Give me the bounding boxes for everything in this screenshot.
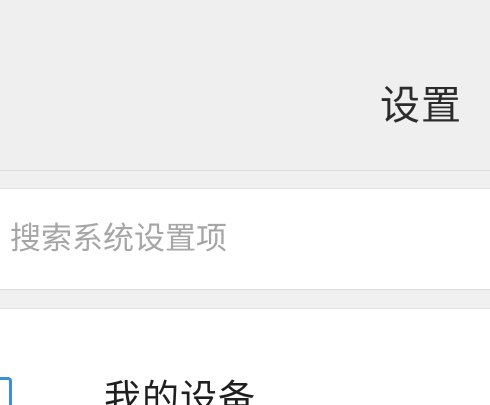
list-item-label: 我的设备	[104, 377, 256, 405]
section-divider	[0, 290, 490, 308]
section-divider	[0, 171, 490, 188]
list-item-my-device[interactable]: 我的设备	[0, 308, 490, 405]
page-title: 设置	[380, 83, 462, 129]
search-input[interactable]	[0, 189, 490, 289]
search-bar[interactable]	[0, 188, 490, 290]
title-bar: 设置	[0, 0, 490, 171]
settings-screen: 设置 我的设备	[0, 0, 490, 405]
device-icon	[0, 377, 12, 405]
